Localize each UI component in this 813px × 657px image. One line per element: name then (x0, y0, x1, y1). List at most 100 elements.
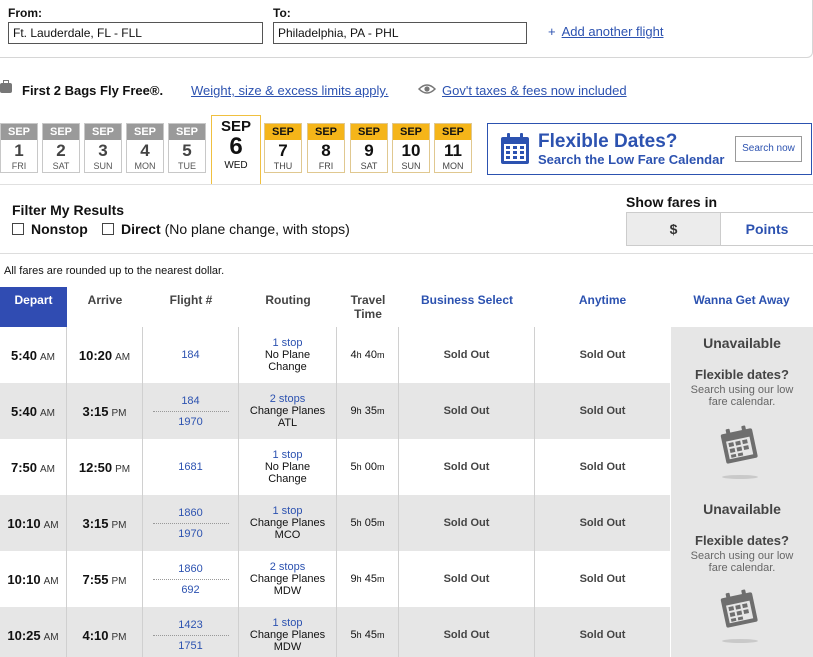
stops-link[interactable]: 1 stop (273, 449, 303, 461)
depart-cell: 5:40 AM (0, 327, 67, 383)
date-month: SEP (308, 124, 344, 140)
flexible-dates-title: Flexible Dates? (538, 131, 678, 152)
dollar-option[interactable]: $ (627, 213, 721, 245)
flight-number[interactable]: 1860 (178, 562, 202, 576)
col-depart[interactable]: Depart (0, 287, 67, 327)
flight-number[interactable]: 184 (181, 348, 199, 362)
date-weekday: FRI (11, 161, 27, 171)
arrive-ampm: AM (115, 351, 131, 363)
table-row[interactable]: 5:40 AM 3:15 PM 184 1970 2 stops Change Planes A… (0, 383, 670, 439)
stops-link[interactable]: 2 stops (270, 393, 305, 405)
date-tab-sep-5[interactable]: SEP 5 TUE (168, 123, 206, 173)
flight-numbers: 1681 (178, 460, 202, 474)
date-weekday: MON (134, 161, 156, 171)
add-another-flight-link[interactable]: + Add another flight (548, 24, 664, 39)
table-row[interactable]: 7:50 AM 12:50 PM 1681 1 stop No Plane Change 5h … (0, 439, 670, 495)
travel-minutes: 35 (364, 405, 377, 417)
date-day: 10 (401, 141, 421, 160)
to-input[interactable]: Philadelphia, PA - PHL (273, 22, 527, 44)
flight-cell: 1860 692 (143, 551, 239, 607)
date-month: SEP (127, 124, 163, 140)
date-tab-sep-8[interactable]: SEP 8 FRI (307, 123, 345, 173)
direct-text: Direct (121, 221, 161, 237)
flight-number[interactable]: 184 (181, 394, 199, 408)
unavailable-label: Unavailable (703, 501, 781, 517)
date-tab-sep-1[interactable]: SEP 1 FRI (0, 123, 38, 173)
col-arrive[interactable]: Arrive (67, 287, 143, 327)
table-row[interactable]: 10:25 AM 4:10 PM 1423 1751 1 stop Change Planes… (0, 607, 670, 657)
calendar-icon (501, 133, 529, 164)
date-tab-sep-10[interactable]: SEP 10 SUN (392, 123, 430, 173)
col-wanna-get-away[interactable]: Wanna Get Away (670, 287, 813, 327)
flight-cell: 1423 1751 (143, 607, 239, 657)
direct-checkbox[interactable] (102, 223, 114, 235)
flight-number[interactable]: 692 (152, 578, 229, 597)
flight-number[interactable]: 1751 (152, 634, 229, 653)
depart-ampm: AM (43, 631, 59, 643)
date-month: SEP (265, 124, 301, 140)
flight-number[interactable]: 1860 (178, 506, 202, 520)
date-tab-sep-6-selected[interactable]: SEP 6 WED (211, 115, 261, 185)
routing-line1: Change Planes (249, 573, 326, 585)
date-tab-sep-7[interactable]: SEP 7 THU (264, 123, 302, 173)
depart-cell: 5:40 AM (0, 383, 67, 439)
table-row[interactable]: 5:40 AM 10:20 AM 184 1 stop No Plane Change 4h 4… (0, 327, 670, 383)
flight-number[interactable]: 1970 (152, 522, 229, 541)
travel-time-cell: 9h 35m (337, 383, 399, 439)
flight-number[interactable]: 1423 (178, 618, 202, 632)
col-anytime[interactable]: Anytime (535, 287, 670, 327)
date-tab-sep-9[interactable]: SEP 9 SAT (350, 123, 388, 173)
search-now-button[interactable]: Search now (735, 136, 802, 162)
arrive-cell: 12:50 PM (67, 439, 143, 495)
depart-time: 5:40 AM (11, 348, 55, 363)
nonstop-checkbox[interactable] (12, 223, 24, 235)
travel-time-cell: 5h 00m (337, 439, 399, 495)
routing-line2: MDW (273, 585, 302, 597)
col-travel-l1: Travel (350, 293, 386, 307)
date-tab-sep-11[interactable]: SEP 11 MON (434, 123, 472, 173)
eye-icon (418, 84, 436, 94)
travel-minutes: 40 (364, 349, 377, 361)
arrive-cell: 4:10 PM (67, 607, 143, 657)
gov-taxes-link[interactable]: Gov't taxes & fees now included (442, 83, 627, 98)
hours-unit: h (356, 518, 362, 528)
depart-time-value: 10:10 (7, 515, 41, 531)
plus-icon: + (548, 24, 556, 39)
stops-link[interactable]: 1 stop (273, 337, 303, 349)
bags-info-bar: First 2 Bags Fly Free®. Weight, size & e… (0, 80, 813, 100)
travel-time: 5h 45m (351, 629, 385, 641)
calendar-icon[interactable] (719, 589, 759, 629)
table-row[interactable]: 10:10 AM 7:55 PM 1860 692 2 stops Change Planes… (0, 551, 670, 607)
routing-line1: No Plane (264, 349, 311, 361)
bag-limits-link[interactable]: Weight, size & excess limits apply. (191, 83, 388, 98)
from-input[interactable]: Ft. Lauderdale, FL - FLL (8, 22, 263, 44)
flight-cell: 184 (143, 327, 239, 383)
col-business-select[interactable]: Business Select (399, 287, 535, 327)
flight-number[interactable]: 1681 (178, 460, 202, 474)
date-weekday: FRI (318, 161, 334, 171)
travel-time-cell: 5h 05m (337, 495, 399, 551)
depart-time: 10:10 AM (7, 516, 58, 531)
date-tab-sep-2[interactable]: SEP 2 SAT (42, 123, 80, 173)
flexible-dates-label: Flexible dates? (695, 533, 789, 548)
nonstop-text: Nonstop (31, 221, 88, 237)
stops-link[interactable]: 2 stops (270, 561, 305, 573)
unavailable-label: Unavailable (703, 335, 781, 351)
travel-time: 5h 05m (351, 517, 385, 529)
arrive-time: 10:20 AM (79, 348, 130, 363)
stops-link[interactable]: 1 stop (273, 617, 303, 629)
date-day: 2 (56, 141, 66, 160)
date-month: SEP (435, 124, 471, 140)
col-travel-time[interactable]: Travel Time (337, 287, 399, 327)
flight-number[interactable]: 1970 (152, 410, 229, 429)
date-day: 6 (229, 133, 243, 160)
date-month: SEP (393, 124, 429, 140)
stops-link[interactable]: 1 stop (273, 505, 303, 517)
calendar-icon[interactable] (719, 425, 759, 465)
table-row[interactable]: 10:10 AM 3:15 PM 1860 1970 1 stop Change Planes… (0, 495, 670, 551)
rounding-note: All fares are rounded up to the nearest … (4, 265, 225, 277)
date-tab-sep-3[interactable]: SEP 3 SUN (84, 123, 122, 173)
points-option[interactable]: Points (721, 213, 813, 245)
date-tab-sep-4[interactable]: SEP 4 MON (126, 123, 164, 173)
business-select-cell: Sold Out (399, 495, 535, 551)
